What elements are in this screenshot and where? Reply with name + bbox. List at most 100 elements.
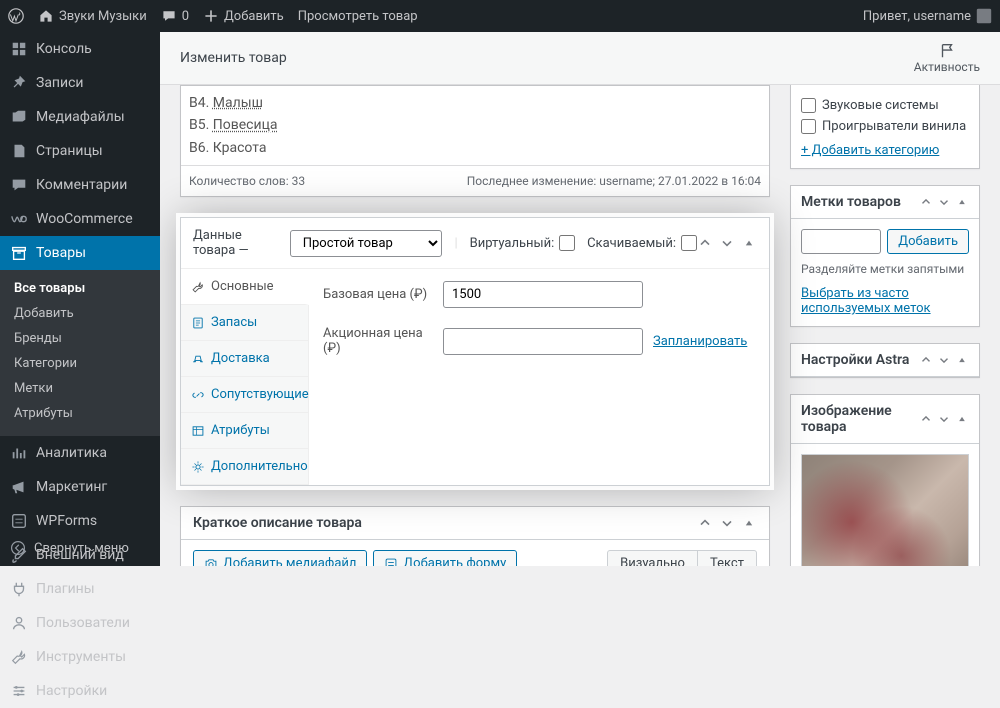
add-category-link[interactable]: + Добавить категорию xyxy=(801,143,939,158)
chevron-up-icon[interactable] xyxy=(919,195,933,209)
plug-icon xyxy=(10,580,28,598)
submenu-item[interactable]: Добавить xyxy=(0,301,160,326)
tab-visual[interactable]: Визуально xyxy=(607,550,698,566)
base-price-input[interactable] xyxy=(443,281,643,308)
chevron-down-icon[interactable] xyxy=(719,235,735,251)
chevron-down-icon[interactable] xyxy=(719,515,735,531)
pd-tab-icon xyxy=(191,316,205,330)
track: B6. Красота xyxy=(189,137,761,159)
pd-tab-icon xyxy=(191,460,205,474)
virtual-label: Виртуальный: xyxy=(470,235,576,251)
sidebar-item-1[interactable]: Записи xyxy=(0,66,160,100)
product-image-thumb[interactable]: ВендеттаЗЕМФИРА xyxy=(801,454,969,566)
submenu-item[interactable]: Метки xyxy=(0,376,160,401)
submenu-item[interactable]: Категории xyxy=(0,351,160,376)
sidebar-label: Консоль xyxy=(36,41,92,57)
greeting-label: Привет, username xyxy=(863,9,971,24)
pin-icon xyxy=(10,74,28,92)
chevron-up-icon[interactable] xyxy=(697,235,713,251)
sidebar-item-2[interactable]: Медиафайлы xyxy=(0,100,160,134)
sidebar-item-7[interactable]: Аналитика xyxy=(0,436,160,470)
add-new[interactable]: Добавить xyxy=(203,8,284,24)
comments-link[interactable]: 0 xyxy=(161,8,189,24)
caret-up-icon[interactable] xyxy=(955,195,969,209)
chevron-up-icon[interactable] xyxy=(919,353,933,367)
product-data-header: Данные товара — Простой товар | Виртуаль… xyxy=(181,218,769,269)
wp-logo[interactable] xyxy=(8,8,24,24)
sidebar-item-0[interactable]: Консоль xyxy=(0,32,160,66)
view-product[interactable]: Просмотреть товар xyxy=(298,9,418,24)
chevron-up-icon[interactable] xyxy=(697,515,713,531)
caret-up-icon[interactable] xyxy=(741,235,757,251)
short-desc-header: Краткое описание товара xyxy=(181,507,769,540)
caret-up-icon[interactable] xyxy=(955,353,969,367)
submenu-item[interactable]: Все товары xyxy=(0,276,160,301)
downloadable-checkbox[interactable] xyxy=(681,235,697,251)
pd-tab-3[interactable]: Сопутствующие xyxy=(181,377,308,413)
chevron-up-icon[interactable] xyxy=(919,412,933,426)
greeting[interactable]: Привет, username xyxy=(863,8,992,24)
activity-panel[interactable]: Активность xyxy=(914,42,980,74)
sidebar-item-13[interactable]: Инструменты xyxy=(0,640,160,674)
submenu-item[interactable]: Атрибуты xyxy=(0,401,160,426)
add-tag-button[interactable]: Добавить xyxy=(887,229,969,254)
user-icon xyxy=(10,614,28,632)
cat-checkbox[interactable] xyxy=(801,98,816,113)
add-media-button[interactable]: Добавить медиафайл xyxy=(193,550,367,566)
virtual-checkbox[interactable] xyxy=(559,235,575,251)
sidebar-item-4[interactable]: Комментарии xyxy=(0,168,160,202)
site-link[interactable]: Звуки Музыки xyxy=(38,8,147,24)
admin-sidebar: Консоль ЗаписиМедиафайлыСтраницы Комментар… xyxy=(0,32,160,566)
pd-tab-0[interactable]: Основные xyxy=(181,269,309,305)
downloadable-label: Скачиваемый: xyxy=(587,235,697,251)
caret-up-icon[interactable] xyxy=(741,515,757,531)
sidebar-label: Пользователи xyxy=(36,615,130,631)
pd-tab-5[interactable]: Дополнительно xyxy=(181,449,308,485)
chevron-down-icon[interactable] xyxy=(937,353,951,367)
tab-text[interactable]: Текст xyxy=(698,550,757,566)
dashboard-icon xyxy=(10,40,28,58)
tags-hint: Разделяйте метки запятыми xyxy=(801,262,969,276)
sidebar-label: Аналитика xyxy=(36,445,107,461)
product-type-select[interactable]: Простой товар xyxy=(290,230,443,257)
add-form-button[interactable]: Добавить форму xyxy=(373,550,517,566)
cat-label: Звуковые системы xyxy=(822,98,939,113)
submenu-item[interactable]: Бренды xyxy=(0,326,160,351)
form-icon xyxy=(384,557,398,566)
tag-input[interactable] xyxy=(801,229,881,254)
page-title: Изменить товар xyxy=(180,50,287,66)
cat-checkbox[interactable] xyxy=(801,119,816,134)
sidebar-item-5[interactable]: WooCommerce xyxy=(0,202,160,236)
tags-box: Метки товаров Добавить Разделяйте метки … xyxy=(790,185,980,327)
schedule-link[interactable]: Запланировать xyxy=(653,334,747,349)
collapse-label: Свернуть меню xyxy=(34,541,129,556)
flag-icon xyxy=(938,42,956,60)
sidebar-submenu: Все товарыДобавитьБрендыКатегорииМеткиАт… xyxy=(0,270,160,436)
sidebar-item-3[interactable]: Страницы xyxy=(0,134,160,168)
track: B5. Повесица xyxy=(189,114,761,136)
sidebar-label: Настройки xyxy=(36,683,107,699)
sidebar-item-12[interactable]: Пользователи xyxy=(0,606,160,640)
chat-icon xyxy=(161,8,177,24)
chevron-down-icon[interactable] xyxy=(937,412,951,426)
product-data-panel: Данные товара — Простой товар | Виртуаль… xyxy=(180,217,770,486)
pd-tab-2[interactable]: Доставка xyxy=(181,341,308,377)
sidebar-item-11[interactable]: Плагины xyxy=(0,572,160,606)
sidebar-item-14[interactable]: Настройки xyxy=(0,674,160,708)
pd-tab-1[interactable]: Запасы xyxy=(181,305,308,341)
sale-price-input[interactable] xyxy=(443,328,643,355)
frequent-tags-link[interactable]: Выбрать из часто используемых меток xyxy=(801,286,931,316)
admin-topbar: Звуки Музыки 0 Добавить Просмотреть това… xyxy=(0,0,1000,32)
chevron-down-icon[interactable] xyxy=(937,195,951,209)
avatar-icon xyxy=(976,8,992,24)
collapse-menu[interactable]: Свернуть меню xyxy=(0,530,160,566)
sidebar-label: Комментарии xyxy=(36,177,127,193)
sidebar-item-8[interactable]: Маркетинг xyxy=(0,470,160,504)
pd-tab-icon xyxy=(191,280,205,294)
add-label: Добавить xyxy=(224,9,284,24)
caret-up-icon[interactable] xyxy=(955,412,969,426)
sidebar-item-6[interactable]: Товары xyxy=(0,236,160,270)
sale-price-label: Акционная цена (₽) xyxy=(323,326,433,356)
chart-icon xyxy=(10,444,28,462)
pd-tab-4[interactable]: Атрибуты xyxy=(181,413,308,449)
